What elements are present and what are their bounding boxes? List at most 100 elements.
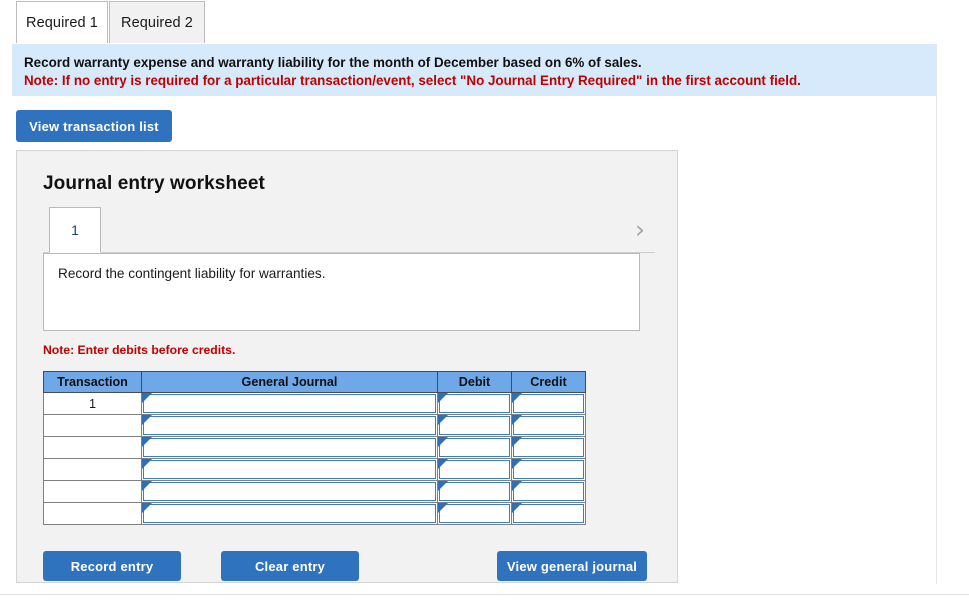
dropdown-marker-icon [142,437,152,447]
view-transaction-list-label: View transaction list [29,118,159,134]
dropdown-marker-icon [438,393,448,403]
transaction-number-cell [43,436,142,459]
table-row [43,502,586,525]
general-journal-select[interactable] [143,416,436,435]
credit-input-cell[interactable] [511,502,586,525]
instruction-text: Record warranty expense and warranty lia… [24,55,642,70]
journal-entry-table-body: 1 [43,392,586,525]
general-journal-select[interactable] [143,394,436,413]
dropdown-marker-icon [142,415,152,425]
general-journal-select[interactable] [143,504,436,523]
dropdown-marker-icon [438,415,448,425]
tab-required-2-label: Required 2 [121,14,193,31]
column-header-credit: Credit [511,371,586,393]
credit-input-cell[interactable] [511,436,586,459]
table-row [43,480,586,503]
dropdown-marker-icon [512,415,522,425]
credit-input[interactable] [513,482,584,501]
debit-input[interactable] [439,416,510,435]
dropdown-marker-icon [512,393,522,403]
debit-input[interactable] [439,504,510,523]
column-header-general-journal: General Journal [141,371,438,393]
general-journal-select-cell[interactable] [141,502,438,525]
column-header-debit: Debit [437,371,512,393]
clear-entry-button[interactable]: Clear entry [221,551,359,581]
debit-input[interactable] [439,438,510,457]
page-title: Journal entry worksheet [43,173,265,194]
credit-input[interactable] [513,438,584,457]
dropdown-marker-icon [438,437,448,447]
record-entry-button[interactable]: Record entry [43,551,181,581]
column-header-transaction: Transaction [43,371,142,393]
debit-input-cell[interactable] [437,458,512,481]
dropdown-marker-icon [512,437,522,447]
credit-input-cell[interactable] [511,480,586,503]
app-screen: Required 1 Required 2 Record warranty ex… [0,0,969,602]
journal-entry-table: Transaction General Journal Debit Credit… [43,371,586,525]
general-journal-select[interactable] [143,482,436,501]
table-row [43,458,586,481]
tab-required-1[interactable]: Required 1 [16,1,108,43]
dropdown-marker-icon [142,481,152,491]
credit-input[interactable] [513,394,584,413]
instruction-note: Note: If no entry is required for a part… [24,73,801,88]
debit-input-cell[interactable] [437,392,512,415]
table-row: 1 [43,392,586,415]
credit-input[interactable] [513,416,584,435]
general-journal-select-cell[interactable] [141,436,438,459]
dropdown-marker-icon [142,503,152,513]
debit-input[interactable] [439,394,510,413]
worksheet-page-tab-1-label: 1 [71,222,79,238]
instruction-banner: Record warranty expense and warranty lia… [12,44,937,96]
credit-input-cell[interactable] [511,414,586,437]
transaction-number-cell [43,480,142,503]
dropdown-marker-icon [438,481,448,491]
general-journal-select-cell[interactable] [141,480,438,503]
dropdown-marker-icon [512,459,522,469]
credit-input-cell[interactable] [511,458,586,481]
debit-input-cell[interactable] [437,480,512,503]
entry-description-text: Record the contingent liability for warr… [58,266,326,281]
credit-input-cell[interactable] [511,392,586,415]
general-journal-select[interactable] [143,438,436,457]
debit-input-cell[interactable] [437,502,512,525]
transaction-number-cell: 1 [43,392,142,415]
chevron-right-icon[interactable]: › [627,215,653,245]
debits-before-credits-note: Note: Enter debits before credits. [43,343,236,357]
dropdown-marker-icon [142,393,152,403]
journal-entry-worksheet-panel: Journal entry worksheet ‹ › 1 Record the… [16,150,678,583]
dropdown-marker-icon [512,503,522,513]
general-journal-select-cell[interactable] [141,392,438,415]
dropdown-marker-icon [438,503,448,513]
debit-input-cell[interactable] [437,414,512,437]
clear-entry-label: Clear entry [254,558,326,574]
table-header-row: Transaction General Journal Debit Credit [43,371,586,393]
debit-input[interactable] [439,482,510,501]
general-journal-select-cell[interactable] [141,458,438,481]
table-row [43,436,586,459]
dropdown-marker-icon [512,481,522,491]
debit-input-cell[interactable] [437,436,512,459]
view-general-journal-button[interactable]: View general journal [497,551,647,581]
tab-required-1-label: Required 1 [26,14,98,31]
tab-required-2[interactable]: Required 2 [109,1,205,43]
view-transaction-list-button[interactable]: View transaction list [16,110,172,142]
general-journal-select[interactable] [143,460,436,479]
credit-input[interactable] [513,460,584,479]
dropdown-marker-icon [438,459,448,469]
dropdown-marker-icon [142,459,152,469]
required-tabstrip: Required 1 Required 2 [0,0,969,44]
view-general-journal-label: View general journal [506,558,638,574]
transaction-number-cell [43,458,142,481]
worksheet-page-tab-1[interactable]: 1 [49,207,101,253]
credit-input[interactable] [513,504,584,523]
page-bottom-divider [0,594,969,595]
transaction-number-cell [43,502,142,525]
record-entry-label: Record entry [70,558,154,574]
debit-input[interactable] [439,460,510,479]
general-journal-select-cell[interactable] [141,414,438,437]
content-right-divider [936,44,937,584]
transaction-number-cell [43,414,142,437]
table-row [43,414,586,437]
worksheet-pager: ‹ › [43,207,653,253]
